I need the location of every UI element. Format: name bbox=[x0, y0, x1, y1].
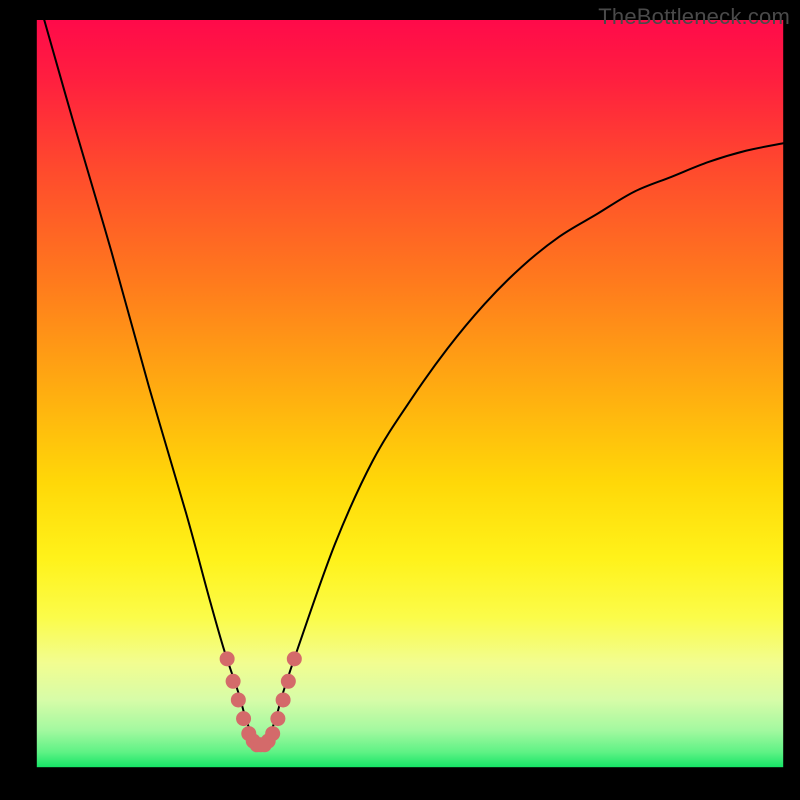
fit-dot bbox=[287, 651, 302, 666]
chart-frame: TheBottleneck.com bbox=[0, 0, 800, 800]
fit-dot bbox=[226, 674, 241, 689]
fit-dot bbox=[231, 692, 246, 707]
watermark-text: TheBottleneck.com bbox=[598, 4, 790, 30]
fit-dot bbox=[281, 674, 296, 689]
bottleneck-chart bbox=[0, 0, 800, 800]
fit-dot bbox=[265, 726, 280, 741]
fit-dot bbox=[220, 651, 235, 666]
plot-background bbox=[37, 20, 783, 767]
fit-dot bbox=[236, 711, 251, 726]
fit-dot bbox=[270, 711, 285, 726]
fit-dot bbox=[276, 692, 291, 707]
